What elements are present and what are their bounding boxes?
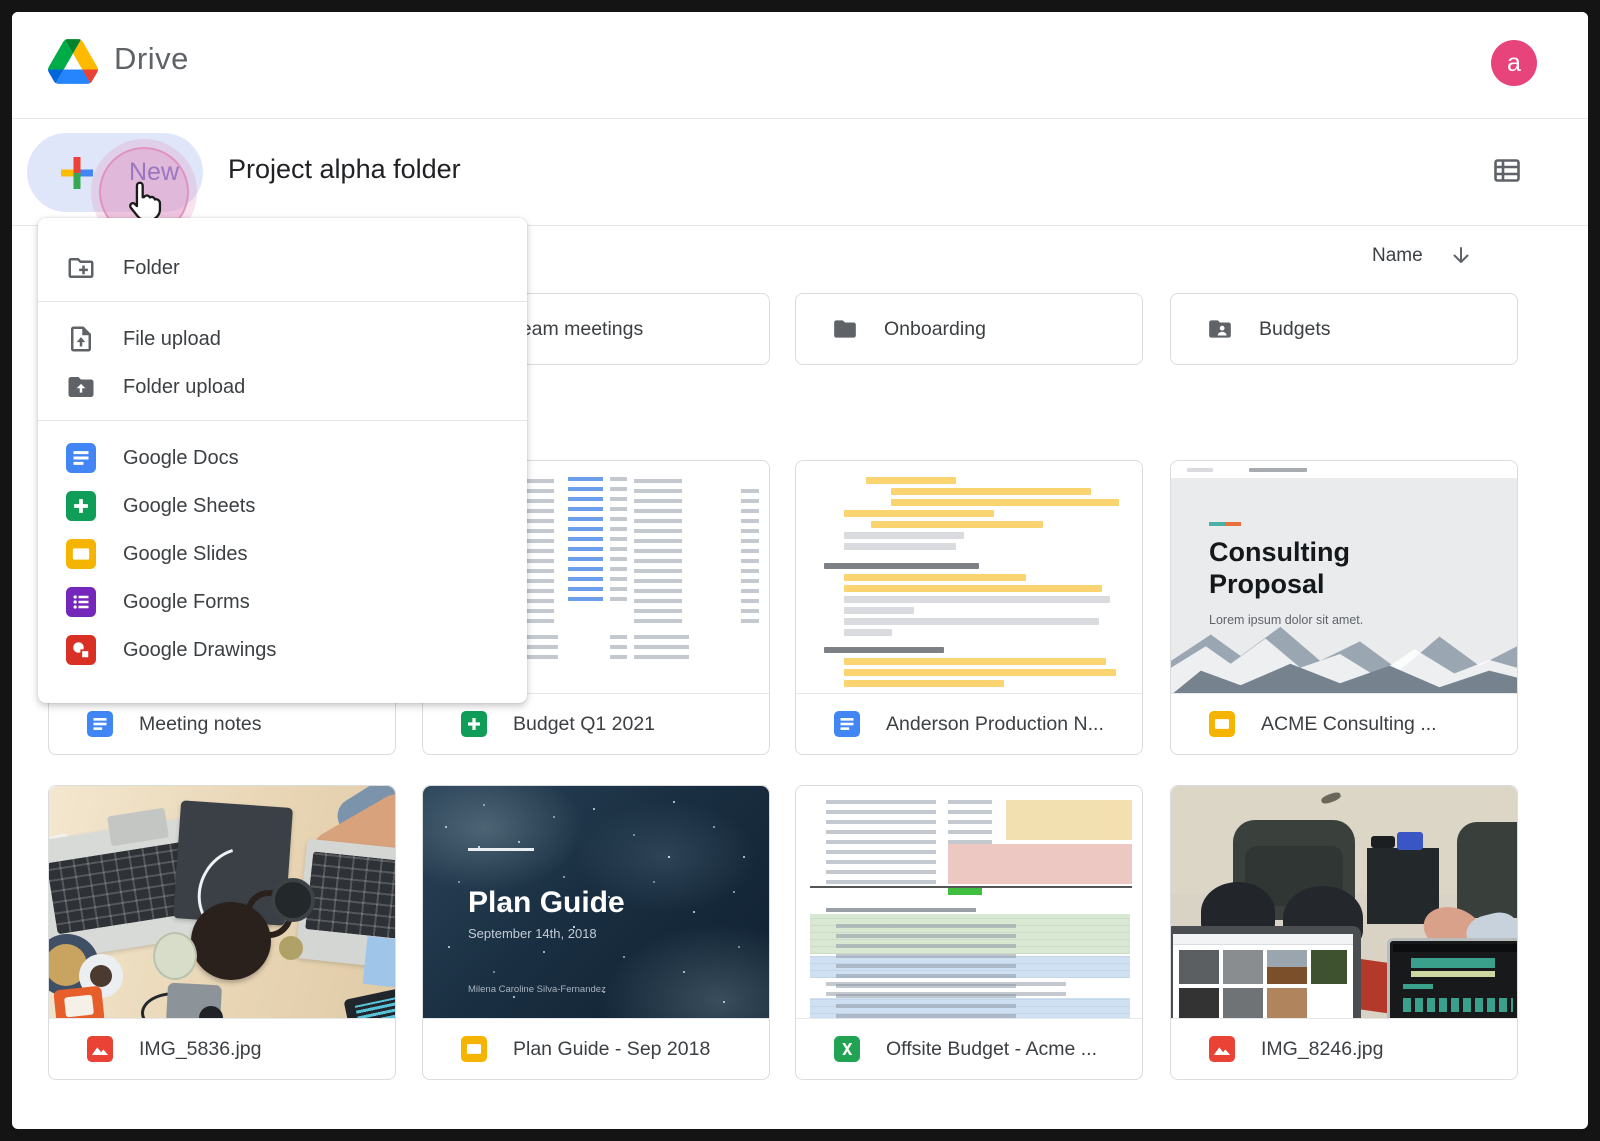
menu-item-label: Google Slides [123, 543, 248, 566]
image-file-icon [1209, 1036, 1235, 1062]
google-drive-logo-icon [48, 39, 98, 84]
folder-name: Team meetings [511, 318, 643, 341]
photo-thumbnail-office [1171, 786, 1517, 1020]
file-card-offsite-budget[interactable]: Offsite Budget - Acme ... [795, 785, 1143, 1080]
spreadsheet-thumbnail-colored [796, 786, 1142, 1020]
file-upload-icon [66, 324, 96, 354]
file-name: Anderson Production N... [886, 713, 1104, 736]
menu-item-folder[interactable]: Folder [38, 244, 527, 292]
sort-direction-down-icon [1449, 244, 1473, 268]
menu-item-label: Google Forms [123, 591, 250, 614]
file-name: ACME Consulting ... [1261, 713, 1437, 736]
menu-item-google-docs[interactable]: Google Docs [38, 434, 527, 482]
menu-item-google-drawings[interactable]: Google Drawings [38, 626, 527, 674]
menu-item-label: Folder [123, 257, 180, 280]
slide-thumbnail-dark: Plan Guide September 14th, 2018 Milena C… [423, 786, 769, 1020]
slide-title: Consulting Proposal [1209, 536, 1379, 601]
menu-item-google-sheets[interactable]: Google Sheets [38, 482, 527, 530]
slide-title: Plan Guide [468, 886, 625, 920]
file-name: IMG_5836.jpg [139, 1038, 262, 1061]
google-forms-icon [66, 587, 96, 617]
google-drawings-icon [66, 635, 96, 665]
new-dropdown-menu: Folder File upload Folder upload Google … [38, 218, 527, 703]
google-sheets-icon [461, 711, 487, 737]
file-card-plan-guide[interactable]: Plan Guide September 14th, 2018 Milena C… [422, 785, 770, 1080]
avatar-letter: a [1507, 49, 1521, 78]
google-sheets-icon [66, 491, 96, 521]
folder-card-onboarding[interactable]: Onboarding [795, 293, 1143, 365]
slide-accent-line [468, 848, 534, 851]
menu-item-label: Google Docs [123, 447, 239, 470]
file-name: IMG_8246.jpg [1261, 1038, 1384, 1061]
menu-item-google-forms[interactable]: Google Forms [38, 578, 527, 626]
file-card-acme-consulting[interactable]: Consulting Proposal Lorem ipsum dolor si… [1170, 460, 1518, 755]
menu-divider [38, 301, 527, 302]
menu-divider [38, 420, 527, 421]
folder-name: Budgets [1259, 318, 1331, 341]
folder-upload-icon [66, 372, 96, 402]
menu-item-label: Folder upload [123, 376, 245, 399]
google-slides-icon [461, 1036, 487, 1062]
new-folder-icon [66, 253, 96, 283]
photo-thumbnail-desk [49, 786, 395, 1020]
shared-folder-icon [1207, 316, 1233, 342]
document-thumbnail [796, 461, 1142, 695]
slide-author: Milena Caroline Silva-Fernandez [468, 984, 606, 995]
menu-item-folder-upload[interactable]: Folder upload [38, 363, 527, 411]
toolbar: New Project alpha folder [12, 119, 1588, 226]
file-card-anderson-production[interactable]: Anderson Production N... [795, 460, 1143, 755]
menu-item-label: Google Drawings [123, 639, 276, 662]
account-avatar[interactable]: a [1491, 40, 1537, 86]
slide-thumbnail: Consulting Proposal Lorem ipsum dolor si… [1171, 461, 1517, 695]
menu-item-label: File upload [123, 328, 221, 351]
slide-accent-dash [1209, 522, 1241, 526]
folder-icon [832, 316, 858, 342]
file-name: Meeting notes [139, 713, 262, 736]
google-docs-icon [834, 711, 860, 737]
page-title: Project alpha folder [228, 154, 461, 185]
file-name: Plan Guide - Sep 2018 [513, 1038, 710, 1061]
new-button[interactable]: New [27, 133, 203, 212]
stars-graphic [423, 786, 425, 788]
mountains-graphic [1171, 617, 1517, 695]
google-docs-icon [87, 711, 113, 737]
folder-name: Onboarding [884, 318, 986, 341]
sort-by-name[interactable]: Name [1372, 244, 1473, 268]
image-file-icon [87, 1036, 113, 1062]
folder-card-budgets[interactable]: Budgets [1170, 293, 1518, 365]
sort-label: Name [1372, 245, 1423, 267]
google-slides-icon [1209, 711, 1235, 737]
google-slides-icon [66, 539, 96, 569]
app-header: Drive a [12, 12, 1588, 119]
excel-file-icon [834, 1036, 860, 1062]
file-card-img-5836[interactable]: IMG_5836.jpg [48, 785, 396, 1080]
file-name: Budget Q1 2021 [513, 713, 655, 736]
new-button-label: New [129, 158, 179, 187]
app-name: Drive [114, 41, 189, 77]
file-name: Offsite Budget - Acme ... [886, 1038, 1097, 1061]
list-view-toggle-icon[interactable] [1494, 159, 1520, 182]
menu-item-file-upload[interactable]: File upload [38, 315, 527, 363]
google-docs-icon [66, 443, 96, 473]
file-card-img-8246[interactable]: IMG_8246.jpg [1170, 785, 1518, 1080]
plus-icon [55, 151, 99, 195]
drive-window: Drive a New Project alpha folder [12, 12, 1588, 1129]
menu-item-google-slides[interactable]: Google Slides [38, 530, 527, 578]
menu-item-label: Google Sheets [123, 495, 255, 518]
slide-date: September 14th, 2018 [468, 926, 597, 941]
